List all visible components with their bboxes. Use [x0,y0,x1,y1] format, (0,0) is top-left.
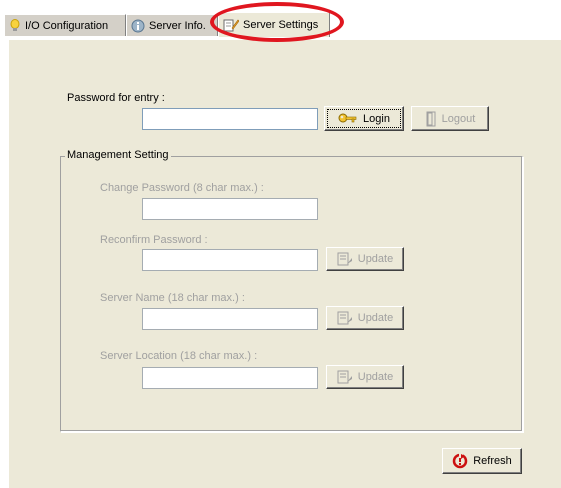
server-location-input[interactable] [142,367,318,389]
door-icon [425,111,437,127]
refresh-label: Refresh [473,455,512,467]
tab-server-info[interactable]: Server Info. [126,14,218,36]
refresh-icon [452,453,468,469]
key-icon [338,112,358,126]
info-icon [131,19,145,33]
refresh-button[interactable]: Refresh [442,448,522,474]
server-name-input[interactable] [142,308,318,330]
reconfirm-password-input[interactable] [142,249,318,271]
login-label: Login [363,112,390,125]
update-icon [337,252,353,266]
tab-io-configuration[interactable]: I/O Configuration [4,14,126,36]
change-password-label: Change Password (8 char max.) : [100,182,264,194]
server-location-label: Server Location (18 char max.) : [100,350,258,362]
lightbulb-icon [9,18,21,33]
tab-label: Server Info. [149,19,206,32]
change-password-input[interactable] [142,198,318,220]
logout-label: Logout [441,112,476,125]
update-password-button[interactable]: Update [326,247,404,271]
management-setting-title: Management Setting [65,149,171,161]
update-icon [337,311,353,325]
login-button[interactable]: Login [324,106,404,131]
settings-pencil-icon [223,18,239,32]
tab-label: Server Settings [243,19,319,31]
reconfirm-password-label: Reconfirm Password : [100,234,208,246]
update-server-location-button[interactable]: Update [326,365,404,389]
server-name-label: Server Name (18 char max.) : [100,292,245,304]
password-entry-label: Password for entry : [67,92,165,104]
update-server-name-button[interactable]: Update [326,306,404,330]
password-entry-input[interactable] [142,108,318,130]
update-icon [337,370,353,384]
update-label: Update [357,371,394,383]
update-label: Update [357,312,394,324]
logout-button[interactable]: Logout [411,106,489,131]
tab-label: I/O Configuration [25,19,109,32]
tab-server-settings[interactable]: Server Settings [218,12,330,37]
update-label: Update [357,253,394,265]
